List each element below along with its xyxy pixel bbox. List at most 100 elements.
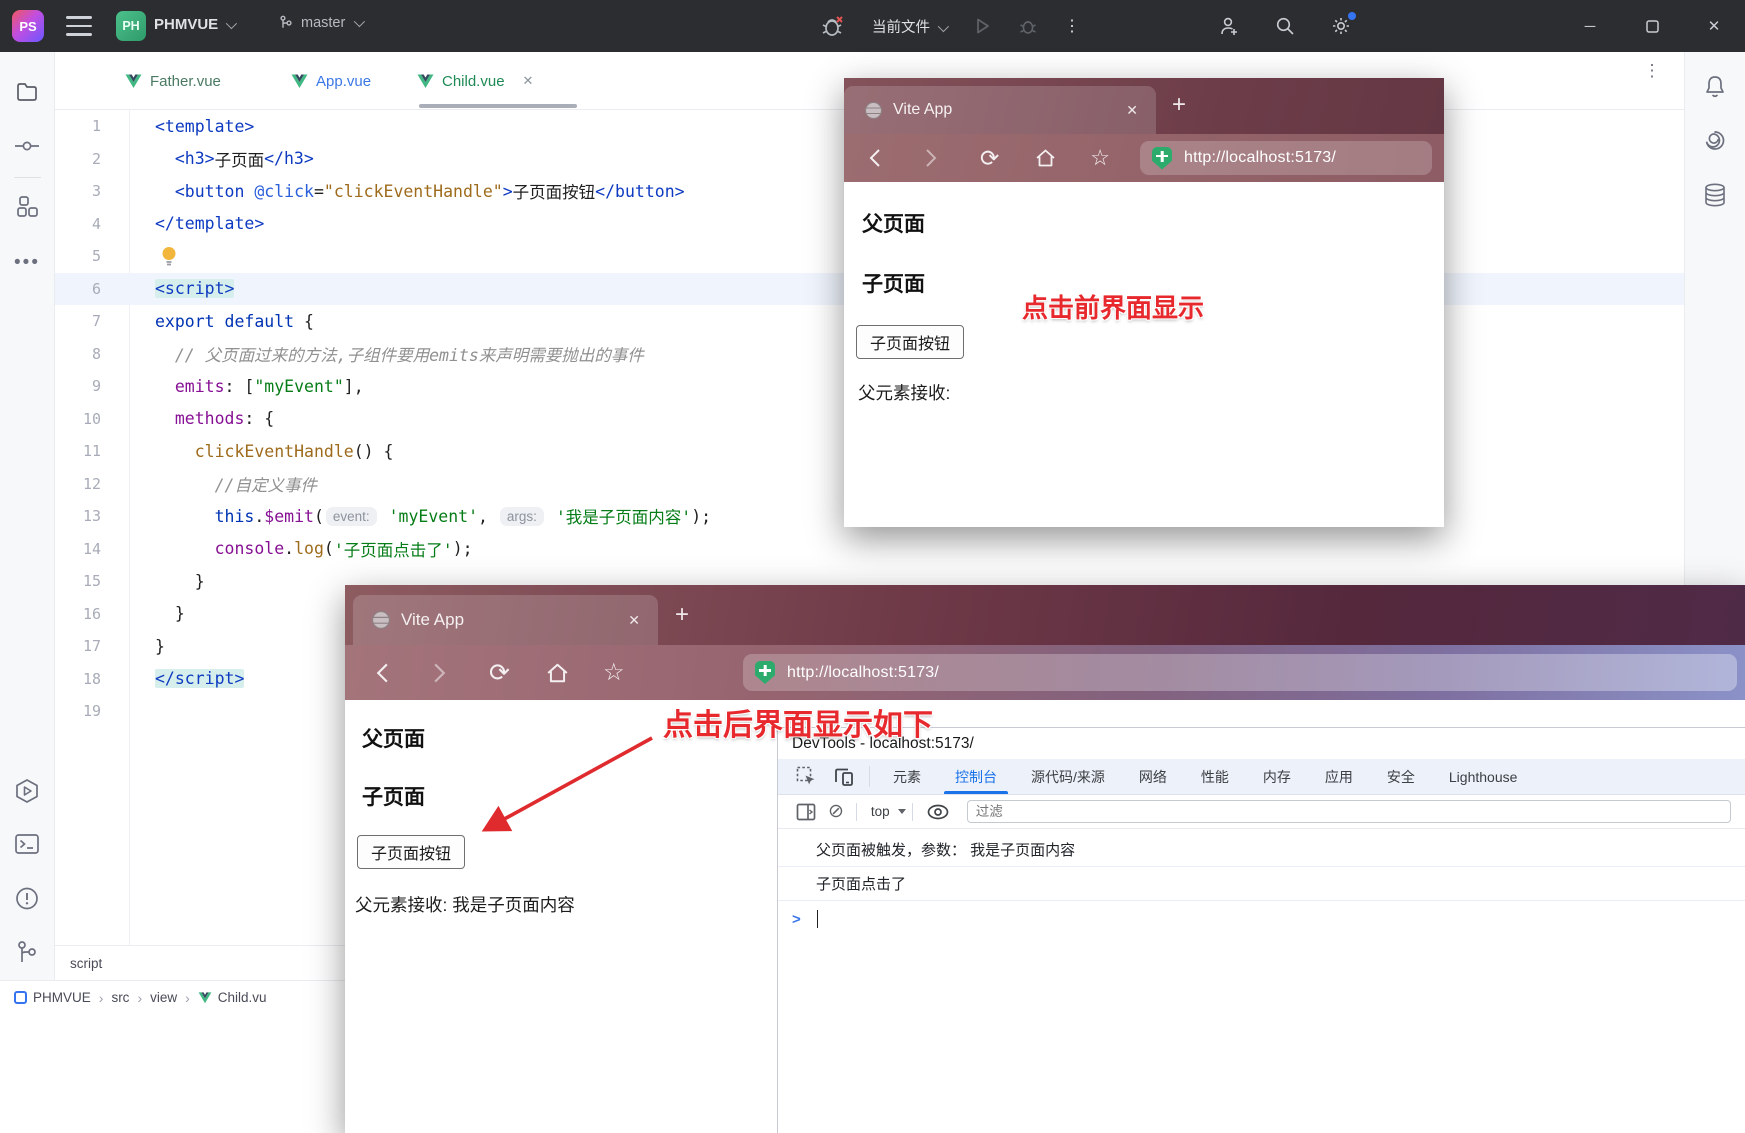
forward-icon[interactable] bbox=[433, 662, 447, 684]
url-text: http://localhost:5173/ bbox=[1184, 149, 1337, 166]
editor-options-icon[interactable]: ⋮ bbox=[1642, 62, 1662, 79]
maximize-button[interactable] bbox=[1621, 0, 1683, 52]
favorite-star-icon[interactable]: ☆ bbox=[603, 658, 625, 687]
devtools-tab-1[interactable]: 元素 bbox=[876, 759, 938, 794]
code-line-14[interactable]: 14 console. log('子页面点击了'); bbox=[55, 533, 1684, 566]
child-page-button[interactable]: 子页面按钮 bbox=[357, 835, 466, 869]
editor-tab-child-vue[interactable]: Child.vue ✕ bbox=[417, 52, 533, 110]
run-configuration-selector[interactable]: 当前文件 bbox=[872, 16, 950, 37]
favorite-star-icon[interactable]: ☆ bbox=[1090, 145, 1110, 171]
breadcrumb-item-child-vu[interactable]: Child.vu bbox=[198, 990, 267, 1005]
home-icon[interactable] bbox=[546, 662, 569, 684]
address-bar[interactable]: http://localhost:5173/ bbox=[743, 654, 1737, 691]
tab-close-icon[interactable]: ✕ bbox=[1126, 102, 1138, 119]
browser2-toolbar: ⟳ ☆ http://localhost:5173/ bbox=[345, 645, 1745, 700]
forward-icon[interactable] bbox=[925, 148, 938, 168]
device-toolbar-icon[interactable] bbox=[825, 759, 863, 794]
line-number: 12 bbox=[82, 474, 101, 493]
back-icon[interactable] bbox=[375, 662, 389, 684]
project-name: PHMVUE bbox=[154, 16, 219, 33]
code-token: ); bbox=[452, 539, 473, 559]
devtools-tab-9[interactable]: Lighthouse bbox=[1432, 759, 1535, 794]
console-filter-input[interactable] bbox=[966, 800, 1731, 823]
devtools-tab-3[interactable]: 源代码/来源 bbox=[1014, 759, 1122, 794]
devtools-tab-6[interactable]: 内存 bbox=[1246, 759, 1308, 794]
notifications-bell-icon[interactable] bbox=[1703, 74, 1727, 100]
structure-icon[interactable] bbox=[15, 194, 39, 218]
breadcrumb-item-phmvue[interactable]: PHMVUE bbox=[14, 990, 91, 1005]
branch-selector[interactable]: master bbox=[278, 15, 366, 31]
debugger-disconnected-icon[interactable] bbox=[820, 13, 846, 39]
inspect-element-icon[interactable] bbox=[788, 759, 825, 794]
back-icon[interactable] bbox=[868, 148, 881, 168]
minimize-button[interactable]: ─ bbox=[1559, 0, 1621, 52]
more-tool-windows-icon[interactable]: ••• bbox=[14, 252, 40, 274]
intention-bulb-icon[interactable] bbox=[161, 246, 177, 267]
reload-icon[interactable]: ⟳ bbox=[980, 145, 999, 172]
tab-close-icon[interactable]: ✕ bbox=[628, 612, 640, 629]
devtools-tab-7[interactable]: 应用 bbox=[1308, 759, 1370, 794]
browser2-tab[interactable]: Vite App ✕ bbox=[353, 595, 658, 645]
context-selector[interactable]: top bbox=[871, 804, 890, 819]
project-folder-icon[interactable] bbox=[15, 80, 39, 104]
breadcrumb-item-src[interactable]: src bbox=[111, 990, 129, 1005]
editor-tab-father-vue[interactable]: Father.vue bbox=[125, 52, 221, 110]
run-button[interactable] bbox=[972, 16, 992, 36]
phpstorm-logo-icon: PS bbox=[12, 10, 44, 42]
git-tool-icon[interactable] bbox=[15, 940, 39, 966]
devtools-tab-8[interactable]: 安全 bbox=[1370, 759, 1432, 794]
divider bbox=[911, 802, 913, 821]
code-token: . bbox=[254, 506, 265, 526]
breadcrumb-tag[interactable]: script bbox=[70, 956, 102, 971]
settings-gear-icon[interactable] bbox=[1330, 12, 1356, 37]
breadcrumb-item-view[interactable]: view bbox=[150, 990, 177, 1005]
browser1-tab[interactable]: Vite App ✕ bbox=[844, 86, 1156, 134]
main-menu-icon[interactable] bbox=[66, 16, 92, 36]
problems-icon[interactable] bbox=[15, 886, 40, 911]
close-button[interactable]: ✕ bbox=[1683, 0, 1745, 52]
new-tab-button[interactable]: + bbox=[1172, 91, 1186, 119]
code-token: console bbox=[214, 539, 285, 559]
add-user-icon[interactable] bbox=[1218, 15, 1240, 37]
more-actions-icon[interactable]: ⋮ bbox=[1064, 18, 1080, 34]
devtools-tab-2[interactable]: 控制台 bbox=[938, 759, 1014, 794]
code-token: @click bbox=[254, 181, 314, 201]
breadcrumb-label: PHMVUE bbox=[33, 990, 91, 1005]
search-icon[interactable] bbox=[1274, 15, 1296, 37]
site-security-icon bbox=[1152, 146, 1172, 170]
code-token: > bbox=[502, 181, 513, 201]
commit-icon[interactable] bbox=[14, 134, 40, 158]
devtools-tab-4[interactable]: 网络 bbox=[1122, 759, 1184, 794]
parent-receive-text: 父元素接收: bbox=[858, 383, 951, 403]
database-icon[interactable] bbox=[1703, 182, 1727, 208]
terminal-icon[interactable] bbox=[14, 832, 40, 856]
clear-console-icon[interactable]: ⊘ bbox=[822, 800, 850, 823]
ai-assistant-icon[interactable] bbox=[1703, 128, 1728, 153]
debug-button[interactable] bbox=[1018, 16, 1038, 36]
project-selector[interactable]: PHMVUE bbox=[154, 16, 238, 33]
services-icon[interactable] bbox=[14, 778, 40, 804]
devtools-tab-5[interactable]: 性能 bbox=[1184, 759, 1246, 794]
ide-titlebar: PS PH PHMVUE master 当前文件 ⋮ ─ ✕ bbox=[0, 0, 1745, 52]
code-token: </template> bbox=[155, 214, 265, 234]
live-expression-eye-icon[interactable] bbox=[919, 804, 957, 820]
divider bbox=[869, 766, 870, 787]
code-token: "myEvent" bbox=[254, 376, 344, 396]
dock-sidebar-icon[interactable] bbox=[790, 803, 822, 821]
new-tab-button[interactable]: + bbox=[675, 601, 689, 629]
console-prompt[interactable]: > bbox=[778, 901, 1745, 928]
project-avatar[interactable]: PH bbox=[116, 11, 146, 41]
reload-icon[interactable]: ⟳ bbox=[489, 658, 510, 688]
child-page-heading: 子页面 bbox=[362, 786, 425, 809]
child-page-button[interactable]: 子页面按钮 bbox=[856, 325, 965, 359]
address-bar[interactable]: http://localhost:5173/ bbox=[1140, 141, 1432, 175]
code-token: export bbox=[155, 311, 215, 331]
breadcrumb-separator: › bbox=[137, 989, 143, 1006]
editor-tab-app-vue[interactable]: App.vue bbox=[291, 52, 371, 110]
strip-divider bbox=[14, 177, 41, 178]
home-icon[interactable] bbox=[1035, 148, 1056, 168]
tab-close-icon[interactable]: ✕ bbox=[523, 73, 534, 89]
